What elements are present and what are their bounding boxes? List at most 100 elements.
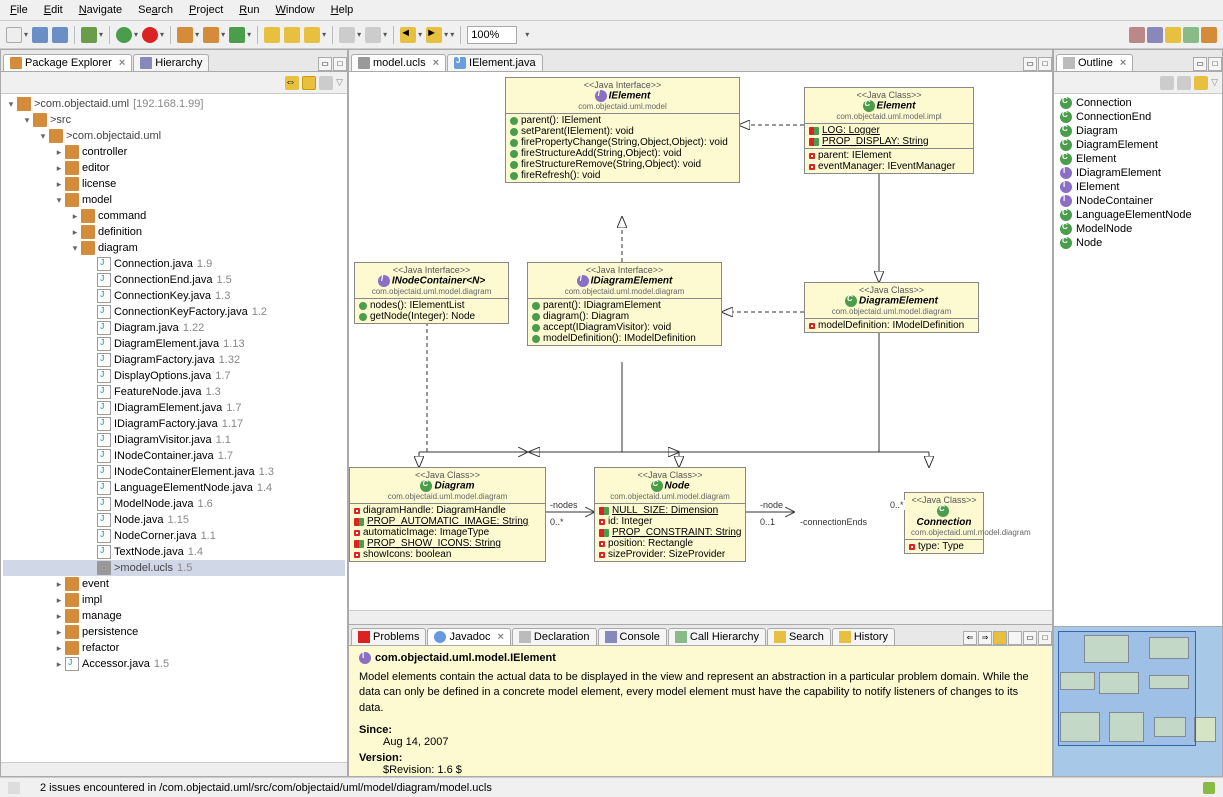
minimize-icon[interactable]: ▭ <box>1023 631 1037 645</box>
minimize-icon[interactable]: ▭ <box>318 57 332 71</box>
tree-folder[interactable]: ▾model <box>3 192 345 208</box>
search-icon[interactable] <box>304 27 320 43</box>
uml-connection[interactable]: <<Java Class>>Connectioncom.objectaid.um… <box>904 492 984 554</box>
filter-icon[interactable] <box>1177 76 1191 90</box>
persp3-icon[interactable] <box>1165 27 1181 43</box>
hide-icon[interactable] <box>1194 76 1208 90</box>
nav-icon[interactable] <box>339 27 355 43</box>
tab-problems[interactable]: Problems <box>351 628 426 645</box>
tab-history[interactable]: History <box>832 628 895 645</box>
sort-icon[interactable] <box>1160 76 1174 90</box>
outline-thumbnail[interactable] <box>1054 626 1222 776</box>
tree-file[interactable]: ConnectionEnd.java1.5 <box>3 272 345 288</box>
tree-file[interactable]: Connection.java1.9 <box>3 256 345 272</box>
tree-file[interactable]: LanguageElementNode.java1.4 <box>3 480 345 496</box>
outline-item[interactable]: Element <box>1056 152 1220 166</box>
link-icon[interactable] <box>302 76 316 90</box>
new-icon[interactable] <box>6 27 22 43</box>
package-tree[interactable]: ▾>com.objectaid.uml[192.168.1.99] ▾>src … <box>1 94 347 762</box>
tree-file[interactable]: INodeContainerElement.java1.3 <box>3 464 345 480</box>
tree-file[interactable]: ModelNode.java1.6 <box>3 496 345 512</box>
menu-window[interactable]: Window <box>269 2 320 18</box>
outline-list[interactable]: ConnectionConnectionEndDiagramDiagramEle… <box>1054 94 1222 626</box>
tree-file[interactable]: NodeCorner.java1.1 <box>3 528 345 544</box>
uml-diagramelement[interactable]: <<Java Class>>DiagramElementcom.objectai… <box>804 282 979 333</box>
uml-diagram[interactable]: <<Java Class>>Diagramcom.objectaid.uml.m… <box>349 467 546 562</box>
outline-item[interactable]: Connection <box>1056 96 1220 110</box>
tree-file[interactable]: IDiagramVisitor.java1.1 <box>3 432 345 448</box>
outline-item[interactable]: INodeContainer <box>1056 194 1220 208</box>
uml-inodecontainer[interactable]: <<Java Interface>>INodeContainer<N>com.o… <box>354 262 509 324</box>
tree-file[interactable]: ConnectionKey.java1.3 <box>3 288 345 304</box>
outline-item[interactable]: IDiagramElement <box>1056 166 1220 180</box>
menu-edit[interactable]: Edit <box>38 2 69 18</box>
tree-folder[interactable]: ▸event <box>3 576 345 592</box>
persp2-icon[interactable] <box>1147 27 1163 43</box>
maximize-icon[interactable]: □ <box>333 57 347 71</box>
uml-node[interactable]: <<Java Class>>Nodecom.objectaid.uml.mode… <box>594 467 746 562</box>
tree-folder[interactable]: ▸manage <box>3 608 345 624</box>
close-icon[interactable]: × <box>433 57 439 69</box>
tree-folder[interactable]: ▸editor <box>3 160 345 176</box>
tab-search[interactable]: Search <box>767 628 831 645</box>
tree-folder[interactable]: ▸command <box>3 208 345 224</box>
tree-file[interactable]: DiagramFactory.java1.32 <box>3 352 345 368</box>
link-icon[interactable] <box>993 631 1007 645</box>
tree-file[interactable]: DisplayOptions.java1.7 <box>3 368 345 384</box>
tree-file[interactable]: IDiagramElement.java1.7 <box>3 400 345 416</box>
outline-item[interactable]: DiagramElement <box>1056 138 1220 152</box>
menu-run[interactable]: Run <box>233 2 265 18</box>
tree-file[interactable]: DiagramElement.java1.13 <box>3 336 345 352</box>
menu-navigate[interactable]: Navigate <box>73 2 128 18</box>
diagram-canvas[interactable]: <<Java Interface>>IElementcom.objectaid.… <box>349 72 1052 610</box>
tree-file[interactable]: INodeContainer.java1.7 <box>3 448 345 464</box>
save-icon[interactable] <box>32 27 48 43</box>
nav-back-icon[interactable]: ⇐ <box>963 631 977 645</box>
model-ucls-file[interactable]: >model.ucls1.5 <box>3 560 345 576</box>
uml-idiagramelement[interactable]: <<Java Interface>>IDiagramElementcom.obj… <box>527 262 722 346</box>
save-all-icon[interactable] <box>52 27 68 43</box>
nav-fwd-icon[interactable]: ⇒ <box>978 631 992 645</box>
filter-icon[interactable] <box>319 76 333 90</box>
tab-console[interactable]: Console <box>598 628 667 645</box>
persp1-icon[interactable] <box>1129 27 1145 43</box>
menu-help[interactable]: Help <box>325 2 360 18</box>
close-icon[interactable]: × <box>119 57 125 69</box>
close-icon[interactable]: × <box>497 631 503 643</box>
close-icon[interactable]: × <box>1120 57 1126 69</box>
tree-file[interactable]: IDiagramFactory.java1.17 <box>3 416 345 432</box>
open-icon[interactable] <box>1008 631 1022 645</box>
zoom-input[interactable] <box>467 26 517 44</box>
open-type-icon[interactable] <box>264 27 280 43</box>
run-ext-icon[interactable] <box>142 27 158 43</box>
tab-call-hierarchy[interactable]: Call Hierarchy <box>668 628 766 645</box>
uml-element[interactable]: <<Java Class>>Elementcom.objectaid.uml.m… <box>804 87 974 174</box>
tab-javadoc[interactable]: Javadoc× <box>427 628 510 645</box>
tree-folder[interactable]: ▸persistence <box>3 624 345 640</box>
tab-outline[interactable]: Outline× <box>1056 54 1133 71</box>
tree-file[interactable]: Node.java1.15 <box>3 512 345 528</box>
open-task-icon[interactable] <box>284 27 300 43</box>
outline-item[interactable]: Node <box>1056 236 1220 250</box>
tab-model-ucls[interactable]: model.ucls× <box>351 54 446 71</box>
refresh-icon[interactable] <box>229 27 245 43</box>
collapse-icon[interactable]: ⇔ <box>285 76 299 90</box>
tree-folder[interactable]: ▸controller <box>3 144 345 160</box>
outline-item[interactable]: Diagram <box>1056 124 1220 138</box>
tree-folder[interactable]: ▸definition <box>3 224 345 240</box>
gc-icon[interactable] <box>1203 782 1215 794</box>
menu-project[interactable]: Project <box>183 2 229 18</box>
scrollbar-h[interactable] <box>1 762 347 776</box>
outline-item[interactable]: ModelNode <box>1056 222 1220 236</box>
menu-file[interactable]: File <box>4 2 34 18</box>
new-pkg-icon[interactable] <box>177 27 193 43</box>
tree-file[interactable]: TextNode.java1.4 <box>3 544 345 560</box>
tab-package-explorer[interactable]: Package Explorer× <box>3 54 132 71</box>
scrollbar-h[interactable] <box>349 610 1052 624</box>
tree-file[interactable]: ConnectionKeyFactory.java1.2 <box>3 304 345 320</box>
minimize-icon[interactable]: ▭ <box>1023 57 1037 71</box>
nav2-icon[interactable] <box>365 27 381 43</box>
maximize-icon[interactable]: □ <box>1038 57 1052 71</box>
tree-folder[interactable]: ▾diagram <box>3 240 345 256</box>
maximize-icon[interactable]: □ <box>1038 631 1052 645</box>
